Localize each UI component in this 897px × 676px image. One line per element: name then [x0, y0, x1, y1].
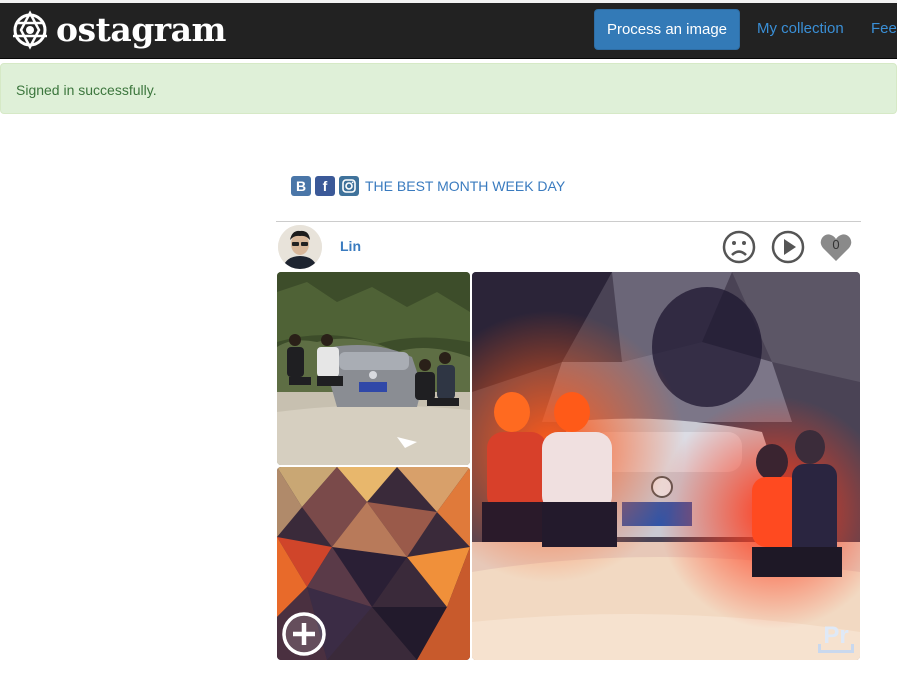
- add-circle-icon[interactable]: [281, 611, 327, 657]
- instagram-icon[interactable]: [339, 176, 359, 196]
- sad-face-icon[interactable]: [722, 230, 756, 264]
- facebook-icon[interactable]: f: [315, 176, 335, 196]
- result-image-picture: [472, 272, 860, 660]
- navbar: ostagram Process an image My collection …: [0, 3, 897, 59]
- content-photo-image: [277, 272, 470, 465]
- success-alert: Signed in successfully.: [0, 63, 897, 114]
- like-count: 0: [832, 237, 840, 252]
- process-image-button[interactable]: Process an image: [594, 9, 740, 50]
- ostagram-logo-icon: [13, 10, 47, 50]
- vk-glyph: B: [295, 178, 307, 194]
- brand-name: ostagram: [56, 10, 226, 49]
- vk-icon[interactable]: B: [291, 176, 311, 196]
- premium-badge-icon: Pr: [818, 622, 854, 653]
- nav-my-collection[interactable]: My collection: [757, 20, 844, 37]
- brand-logo[interactable]: ostagram: [10, 10, 226, 50]
- result-image[interactable]: Pr: [472, 272, 860, 660]
- post-title[interactable]: THE BEST MONTH WEEK DAY: [365, 178, 565, 194]
- premium-badge-text: Pr: [823, 622, 848, 649]
- divider: [276, 221, 861, 222]
- share-row: B f THE BEST MONTH WEEK DAY: [291, 176, 565, 196]
- fb-glyph: f: [322, 178, 328, 194]
- instagram-glyph: [342, 179, 356, 193]
- nav-feed[interactable]: Feed: [871, 20, 897, 37]
- content-photo[interactable]: [277, 272, 470, 465]
- alert-message: Signed in successfully.: [16, 82, 157, 98]
- play-icon[interactable]: [771, 230, 805, 264]
- avatar[interactable]: [278, 225, 322, 269]
- username[interactable]: Lin: [340, 238, 361, 254]
- style-image[interactable]: [277, 467, 470, 660]
- user-avatar-image: [278, 225, 322, 269]
